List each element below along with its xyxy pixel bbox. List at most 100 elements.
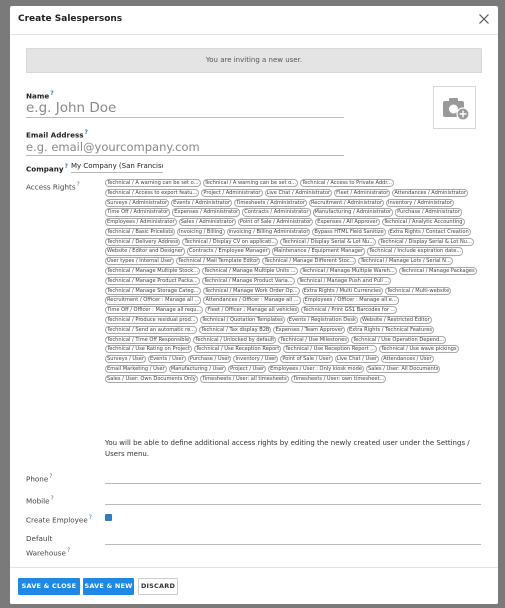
access-right-tag[interactable]: Technical / Manage Different Stoc...: [262, 257, 357, 266]
access-right-tag[interactable]: Technical / Mail Template Editor: [176, 257, 261, 266]
access-right-tag[interactable]: Website / Editor and Designer: [105, 247, 185, 256]
create-employee-checkbox[interactable]: [105, 514, 112, 528]
access-right-tag[interactable]: Expenses / Team Approver: [273, 325, 346, 334]
access-right-tag[interactable]: Bypass HTML Field Sanitize: [312, 227, 386, 237]
access-right-tag[interactable]: Timesheets / Administrator: [234, 198, 307, 207]
access-right-tag[interactable]: Technical / Use Reception Report: [193, 345, 282, 354]
access-right-tag[interactable]: Time Off / Officer : Manage all requ...: [105, 306, 204, 315]
access-right-tag[interactable]: Employees / Officer : Manage all e...: [302, 296, 399, 305]
access-right-tag[interactable]: Technical / Analytic Accounting: [381, 218, 465, 227]
discard-button[interactable]: DISCARD: [138, 578, 178, 595]
access-right-tag[interactable]: Expenses / Administrator: [172, 208, 241, 217]
access-right-tag[interactable]: Technical / Display CV on applicati...: [182, 237, 279, 246]
access-right-tag[interactable]: Project / Administrator: [201, 188, 263, 197]
access-right-tag[interactable]: Attendances / Officer : Manage all ...: [203, 296, 301, 305]
access-right-tag[interactable]: Time Off / Administrator: [105, 208, 171, 217]
access-right-tag[interactable]: Contracts / Employee Manager: [186, 247, 270, 256]
access-right-tag[interactable]: Timesheets / User: all timesheets: [199, 374, 289, 383]
close-icon[interactable]: [478, 13, 490, 25]
access-right-tag[interactable]: Events / Administrator: [171, 198, 232, 207]
access-right-tag[interactable]: Surveys / User: [105, 355, 146, 364]
access-right-tag[interactable]: Technical / Delivery Address: [105, 237, 181, 246]
access-right-tag[interactable]: Manufacturing / Administrator: [312, 208, 394, 217]
access-right-tag[interactable]: Technical / Manage Multiple Stock...: [105, 267, 201, 276]
create-employee-tooltip-icon[interactable]: ?: [89, 514, 92, 521]
access-right-tag[interactable]: Technical / Manage Lots / Serial N...: [358, 257, 453, 266]
access-right-tag[interactable]: Technical / Manage Product Varia...: [201, 276, 295, 285]
access-right-tag[interactable]: Technical / Display Serial & Lot Nu...: [378, 237, 474, 246]
access-right-tag[interactable]: Expenses / All Approver: [315, 218, 380, 227]
access-right-tag[interactable]: User types / Internal User: [105, 257, 175, 266]
access-right-tag[interactable]: Technical / Multi-website: [384, 286, 452, 295]
access-right-tag[interactable]: Attendances / Administrator: [392, 188, 469, 197]
access-right-tag[interactable]: Technical / Access to Private Addr...: [300, 179, 394, 188]
access-right-tag[interactable]: Events / User: [147, 355, 186, 364]
access-right-tag[interactable]: Technical / Use Reception Report ...: [283, 345, 378, 354]
access-right-tag[interactable]: Fleet / Administrator: [334, 188, 391, 197]
access-right-tag[interactable]: Technical / A warning can be set o...: [202, 179, 299, 188]
phone-input[interactable]: [105, 473, 481, 484]
access-right-tag[interactable]: Purchase / User: [187, 355, 232, 364]
access-right-tag[interactable]: Technical / Access to export featu...: [105, 188, 200, 197]
access-right-tag[interactable]: Technical / Manage Product Packa...: [105, 276, 200, 285]
access-right-tag[interactable]: Point of Sale / User: [280, 355, 333, 364]
email-tooltip-icon[interactable]: ?: [85, 129, 88, 136]
access-right-tag[interactable]: Technical / Produce residual prod...: [105, 315, 198, 325]
save-close-button[interactable]: SAVE & CLOSE: [18, 578, 80, 595]
access-right-tag[interactable]: Contracts / Administrator: [242, 208, 311, 217]
access-right-tag[interactable]: Technical / Use wave pickings: [379, 345, 459, 354]
access-right-tag[interactable]: Technical / Print GS1 Barcodes for ...: [301, 306, 398, 315]
access-right-tag[interactable]: Invoicing / Billing Administrator: [226, 227, 311, 237]
access-right-tag[interactable]: Fleet / Officer : Manage all vehicles: [205, 306, 300, 315]
access-right-tag[interactable]: Maintenance / Equipment Manager: [271, 247, 366, 256]
access-right-tag[interactable]: Technical / Manage Work Order Op...: [202, 286, 300, 295]
access-right-tag[interactable]: Technical / A warning can be set o...: [105, 179, 201, 188]
access-right-tag[interactable]: Inventory / Administrator: [385, 198, 454, 207]
access-right-tag[interactable]: Website / Restricted Editor: [359, 315, 432, 325]
default-warehouse-input[interactable]: [105, 534, 481, 545]
avatar-upload[interactable]: [433, 86, 476, 129]
save-new-button[interactable]: SAVE & NEW: [83, 578, 134, 595]
access-right-tag[interactable]: Recruitment / Officer : Manage all ...: [105, 296, 202, 305]
access-right-tag[interactable]: Project / User: [228, 364, 267, 374]
access-right-tag[interactable]: Extra Rights / Technical Features: [347, 325, 435, 334]
name-input[interactable]: [26, 99, 344, 118]
access-right-tag[interactable]: Technical / Quotation Templates: [199, 315, 285, 325]
access-right-tag[interactable]: Technical / Manage Multiple Units ...: [202, 267, 298, 276]
access-right-tag[interactable]: Technical / Manage Storage Categ...: [105, 286, 201, 295]
access-right-tag[interactable]: Sales / User: Own Documents Only: [105, 374, 198, 383]
access-right-tag[interactable]: Events / Registration Desk: [286, 315, 358, 325]
access-right-tag[interactable]: Technical / Unlocked by default: [193, 335, 277, 344]
access-right-tag[interactable]: Technical / Basic Pricelists: [105, 227, 176, 237]
access-right-tag[interactable]: Technical / Time Off Responsible: [105, 335, 192, 344]
access-right-tag[interactable]: Technical / Manage Multiple Wareh...: [299, 267, 397, 276]
access-right-tag[interactable]: Sales / User: All Documents: [366, 364, 441, 374]
access-right-tag[interactable]: Inventory / User: [233, 355, 279, 364]
access-right-tag[interactable]: Technical / Manage Packages: [398, 267, 477, 276]
company-tooltip-icon[interactable]: ?: [65, 163, 68, 170]
default-warehouse-tooltip-icon[interactable]: ?: [67, 547, 70, 554]
access-right-tag[interactable]: Employees / Administrator: [105, 218, 177, 227]
access-right-tag[interactable]: Extra Rights / Multi Currencies: [301, 286, 383, 295]
access-right-tag[interactable]: Invoicing / Billing: [177, 227, 225, 237]
email-input[interactable]: [26, 139, 344, 156]
access-right-tag[interactable]: Attendances / User: [381, 355, 434, 364]
access-right-tag[interactable]: Sales / Administrator: [178, 218, 236, 227]
access-right-tag[interactable]: Live Chat / Administrator: [264, 188, 333, 197]
access-right-tag[interactable]: Technical / Include expiration date...: [367, 247, 464, 256]
access-right-tag[interactable]: Manufacturing / User: [168, 364, 227, 374]
access-right-tag[interactable]: Technical / Tax display B2B: [199, 325, 272, 334]
access-rights-tooltip-icon[interactable]: ?: [77, 181, 80, 188]
access-right-tag[interactable]: Recruitment / Administrator: [308, 198, 384, 207]
access-right-tag[interactable]: Purchase / Administrator: [395, 208, 462, 217]
access-right-tag[interactable]: Email Marketing / User: [105, 364, 167, 374]
phone-tooltip-icon[interactable]: ?: [49, 473, 52, 480]
access-right-tag[interactable]: Technical / Use Rating on Project: [105, 345, 192, 354]
access-right-tag[interactable]: Technical / Display Serial & Lot Nu...: [280, 237, 377, 246]
mobile-tooltip-icon[interactable]: ?: [51, 495, 54, 502]
mobile-input[interactable]: [105, 494, 481, 505]
access-right-tag[interactable]: Employees / User : Only kiosk mode: [268, 364, 364, 374]
access-right-tag[interactable]: Timesheets / User: own timesheet...: [290, 374, 387, 383]
access-right-tag[interactable]: Technical / Manage Push and Pull ...: [296, 276, 392, 285]
company-field[interactable]: My Company (San Francisc: [71, 162, 163, 173]
